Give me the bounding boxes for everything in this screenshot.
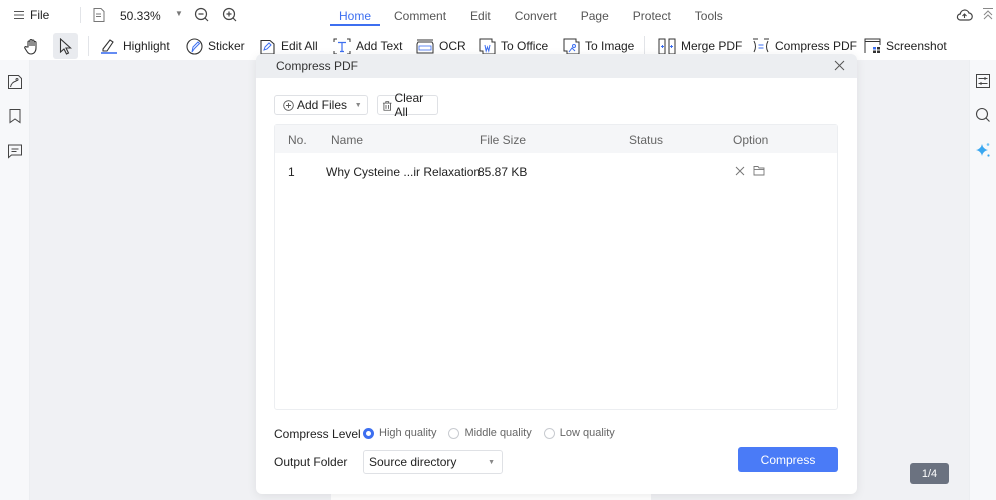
ocr-icon [416,39,434,53]
edit-all-label: Edit All [281,39,318,53]
column-name: Name [331,133,364,147]
select-tool-button[interactable] [53,33,78,59]
ai-sparkle-icon[interactable] [975,142,991,158]
top-menu-bar: File 50.33% ▼ Home Comment Edit Convert … [0,0,996,32]
compress-button[interactable]: Compress [738,447,838,472]
column-option: Option [733,133,769,147]
compress-pdf-label: Compress PDF [775,39,858,53]
row-file-size: 85.87 KB [478,165,528,179]
divider [644,36,645,56]
menu-icon [14,11,24,19]
screenshot-label: Screenshot [886,39,947,53]
radio-middle-quality[interactable]: Middle quality [448,427,532,439]
add-files-label: Add Files [297,98,348,112]
file-table: No. Name File Size Status Option 1 Why C… [274,124,838,410]
merge-icon [658,38,676,54]
clear-all-label: Clear All [394,91,424,119]
chevron-down-icon: ▼ [488,459,495,466]
file-menu-label: File [30,8,50,22]
cursor-arrow-icon [59,37,72,55]
to-image-label: To Image [585,39,635,53]
right-sidebar [969,60,996,500]
sticker-button[interactable]: Sticker [186,32,245,60]
radio-low-quality-label: Low quality [559,427,615,439]
image-document-icon [563,38,580,54]
plus-circle-icon [283,99,294,111]
radio-middle-quality-label: Middle quality [464,427,532,439]
word-document-icon [479,38,496,54]
table-header: No. Name File Size Status Option [275,125,837,153]
page-fit-icon[interactable] [93,8,105,22]
edit-document-icon [260,39,275,55]
add-files-split-button: Add Files ▼ [274,95,368,115]
compress-pdf-dialog: Compress PDF Add Files ▼ Clear All No. N… [256,54,857,494]
merge-pdf-label: Merge PDF [681,39,743,53]
file-menu[interactable]: File [14,8,49,22]
ribbon-tabs: Home Comment Edit Convert Page Protect T… [330,0,739,28]
open-folder-icon[interactable] [753,165,765,176]
compress-level-label: Compress Level [274,427,361,441]
tab-convert[interactable]: Convert [507,0,565,26]
tab-page[interactable]: Page [573,0,617,26]
table-row[interactable]: 1 Why Cysteine ...ir Relaxation 85.87 KB [275,153,837,191]
radio-high-quality-label: High quality [379,427,437,439]
zoom-dropdown-icon[interactable]: ▼ [175,9,183,18]
page-indicator: 1/4 [910,463,949,484]
row-number: 1 [288,165,295,179]
screenshot-button[interactable]: Screenshot [864,32,947,60]
radio-high-quality[interactable]: High quality [363,427,436,439]
column-status: Status [629,133,664,147]
properties-panel-icon[interactable] [975,73,991,89]
add-files-dropdown-icon[interactable]: ▼ [349,96,367,114]
divider [80,7,81,23]
radio-unselected-icon [448,427,460,439]
row-file-name: Why Cysteine ...ir Relaxation [326,165,481,179]
dialog-title: Compress PDF [276,59,359,73]
trash-icon [382,100,392,111]
collapse-ribbon-icon[interactable] [982,7,994,21]
to-office-label: To Office [501,39,549,53]
tab-home[interactable]: Home [330,0,381,26]
thumbnail-icon[interactable] [7,74,23,90]
zoom-in-icon[interactable] [222,7,237,22]
compress-level-radio-group: High quality Middle quality Low quality [363,427,627,439]
highlight-label: Highlight [123,39,170,53]
dialog-header: Compress PDF [256,54,857,78]
column-file-size: File Size [480,133,527,147]
hand-tool-button[interactable] [24,32,40,60]
highlight-button[interactable]: Highlight [100,32,170,60]
output-folder-value: Source directory [369,455,457,469]
radio-low-quality[interactable]: Low quality [543,427,615,439]
sticker-icon [186,37,203,55]
add-files-button[interactable]: Add Files [275,96,349,114]
radio-selected-icon [363,427,374,439]
radio-unselected-icon [543,427,555,439]
remove-file-icon[interactable] [735,166,745,176]
tab-comment[interactable]: Comment [386,0,454,26]
highlight-icon [101,39,117,54]
left-sidebar [0,60,30,500]
cloud-upload-icon[interactable] [956,7,973,23]
add-text-label: Add Text [356,39,403,53]
clear-all-button[interactable]: Clear All [377,91,438,119]
hand-icon [24,38,37,55]
zoom-level[interactable]: 50.33% [120,9,161,23]
compress-icon [753,38,769,52]
comment-icon[interactable] [7,143,23,159]
tab-tools[interactable]: Tools [687,0,731,26]
sticker-label: Sticker [208,39,245,53]
bookmark-icon[interactable] [7,108,23,124]
add-text-icon [333,38,351,54]
tab-edit[interactable]: Edit [462,0,499,26]
ocr-label: OCR [439,39,466,53]
screenshot-icon [864,38,881,53]
zoom-out-icon[interactable] [194,7,209,22]
tab-protect[interactable]: Protect [625,0,679,26]
divider [88,36,89,56]
search-icon[interactable] [975,107,991,123]
output-folder-select[interactable]: Source directory ▼ [363,450,503,474]
close-icon[interactable] [834,60,845,71]
column-no: No. [288,133,307,147]
output-folder-label: Output Folder [274,455,348,469]
